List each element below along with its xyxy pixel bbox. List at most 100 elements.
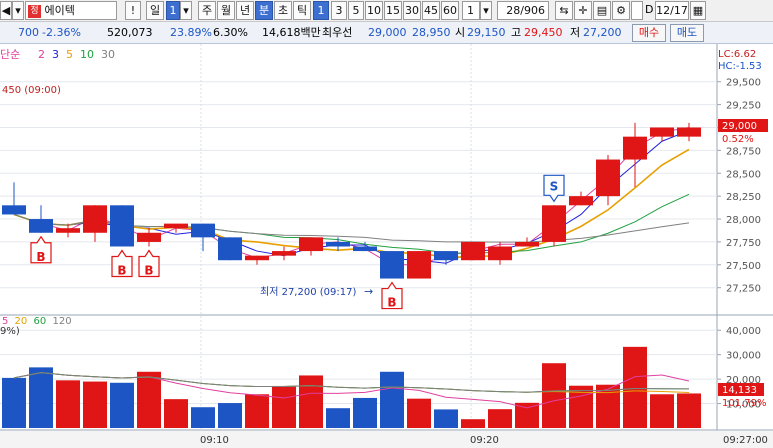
volume-bar xyxy=(245,394,269,428)
page-counter: 28/906 xyxy=(497,1,549,20)
volume-bar xyxy=(29,367,53,428)
candle-body xyxy=(650,127,674,137)
price-tick-label: 28,000 xyxy=(726,215,761,226)
open-value: 29,150 xyxy=(467,26,506,39)
price-tick-label: 27,500 xyxy=(726,261,761,272)
volume-bar xyxy=(542,363,566,428)
stock-name-field[interactable]: 정 에이텍 xyxy=(25,1,117,20)
price-tick-label: 28,750 xyxy=(726,146,761,157)
low-arrow-icon: → xyxy=(364,285,373,298)
sell-button[interactable]: 매도 xyxy=(670,24,704,42)
corner-label: 9%) xyxy=(0,326,20,337)
candle-body xyxy=(488,246,512,261)
candle-body xyxy=(461,241,485,261)
candle-body xyxy=(407,251,431,279)
volume-bar xyxy=(299,375,323,428)
period-month-button[interactable]: 월 xyxy=(217,1,235,20)
buy-button[interactable]: 매수 xyxy=(632,24,666,42)
candle-body xyxy=(164,223,188,229)
period-minute-button[interactable]: 분 xyxy=(255,1,273,20)
interval-1-button[interactable]: 1 xyxy=(313,1,329,20)
volume-tick-label: 40,000 xyxy=(726,326,761,337)
interval-45-button[interactable]: 45 xyxy=(422,1,440,20)
stock-dropdown-button[interactable]: ▾ xyxy=(12,1,24,20)
candle-body xyxy=(380,251,404,279)
period-second-button[interactable]: 초 xyxy=(274,1,292,20)
change-percent: -2.36% xyxy=(42,26,81,39)
buy-signal-label: B xyxy=(117,264,126,278)
stock-chart[interactable]: B B B B S 29,500 29,250 29,000 28,750 28,500 28,2… xyxy=(0,44,773,448)
period-count-button[interactable]: 1 xyxy=(166,1,180,20)
ma-legend-period: 2 xyxy=(38,48,45,61)
interval-15-button[interactable]: 15 xyxy=(384,1,402,20)
period-day-button[interactable]: 일 xyxy=(146,1,164,20)
best-bid-value: 28,950 xyxy=(412,26,451,39)
save-icon[interactable]: ▤ xyxy=(593,1,611,20)
candle-body xyxy=(245,255,269,261)
best-ask-label: 최우선 xyxy=(322,26,353,39)
price-tick-label: 29,500 xyxy=(726,78,761,89)
volume-bar xyxy=(83,381,107,428)
lc-label: LC:6.62 xyxy=(718,49,756,60)
time-tick-label: 09:20 xyxy=(470,435,499,446)
d-checkbox-label: D xyxy=(645,3,654,16)
volume-bar xyxy=(191,407,215,428)
count-dropdown[interactable]: ▾ xyxy=(480,1,492,20)
warning-button[interactable]: ! xyxy=(125,1,141,20)
current-change-label: 0.52% xyxy=(722,134,754,145)
volume-bar xyxy=(461,419,485,428)
interval-30-button[interactable]: 30 xyxy=(403,1,421,20)
candle-body xyxy=(623,136,647,160)
count-input[interactable]: 1 xyxy=(462,1,480,20)
hc-label: HC:-1.53 xyxy=(718,61,762,72)
volume-bar xyxy=(515,402,539,428)
volume-bar xyxy=(488,409,512,428)
volume-bar xyxy=(380,371,404,428)
interval-10-button[interactable]: 10 xyxy=(365,1,383,20)
calendar-icon[interactable]: ▦ xyxy=(690,1,706,20)
buy-signal-label: B xyxy=(144,264,153,278)
period-week-button[interactable]: 주 xyxy=(198,1,216,20)
ma-legend-period: 3 xyxy=(52,48,59,61)
interval-5-button[interactable]: 5 xyxy=(348,1,364,20)
chart-toolbar: ◀ ▾ 정 에이텍 ! 일 1 ▾ 주 월 년 분 초 틱 1 3 5 10 1… xyxy=(0,0,773,22)
candle-body xyxy=(56,228,80,233)
volume-bar xyxy=(353,397,377,428)
candle-body xyxy=(326,241,350,247)
crosshair-icon[interactable]: ✛ xyxy=(574,1,592,20)
low-label: 저 xyxy=(570,26,581,39)
volume-bar xyxy=(137,371,161,428)
period-tick-button[interactable]: 틱 xyxy=(293,1,311,20)
ma-legend-label: 단순 xyxy=(0,48,20,61)
candle-body xyxy=(137,232,161,242)
interval-60-button[interactable]: 60 xyxy=(441,1,459,20)
candle-body xyxy=(191,223,215,238)
volume-tick-label: 30,000 xyxy=(726,351,761,362)
time-axis-bg xyxy=(0,431,773,448)
gear-icon[interactable]: ⚙ xyxy=(612,1,630,20)
candle-body xyxy=(2,205,26,215)
candle-body xyxy=(515,241,539,247)
current-price-label: 29,000 xyxy=(722,121,757,132)
price-tick-label: 27,250 xyxy=(726,284,761,295)
time-tick-label: 09:10 xyxy=(200,435,229,446)
best-ask-value: 29,000 xyxy=(368,26,407,39)
expand-icon[interactable]: ⇆ xyxy=(555,1,573,20)
stock-name: 에이텍 xyxy=(44,4,75,17)
price-tick-label: 27,750 xyxy=(726,238,761,249)
volume-bar xyxy=(110,382,134,428)
candle-body xyxy=(353,246,377,252)
current-volume-label: 14,133 xyxy=(722,385,757,396)
volume-legend-period: 120 xyxy=(53,316,72,327)
interval-3-button[interactable]: 3 xyxy=(331,1,347,20)
stock-prev-button[interactable]: ◀ xyxy=(0,1,12,20)
date-input[interactable]: 12/17 xyxy=(655,1,689,20)
period-year-button[interactable]: 년 xyxy=(236,1,254,20)
volume-bar xyxy=(272,385,296,428)
period-count-dropdown[interactable]: ▾ xyxy=(180,1,192,20)
volume-bar xyxy=(407,398,431,428)
price-tick-label: 28,500 xyxy=(726,169,761,180)
trade-value: 14,618백만 xyxy=(262,26,321,39)
volume-bar xyxy=(326,408,350,428)
d-checkbox[interactable] xyxy=(631,1,643,20)
